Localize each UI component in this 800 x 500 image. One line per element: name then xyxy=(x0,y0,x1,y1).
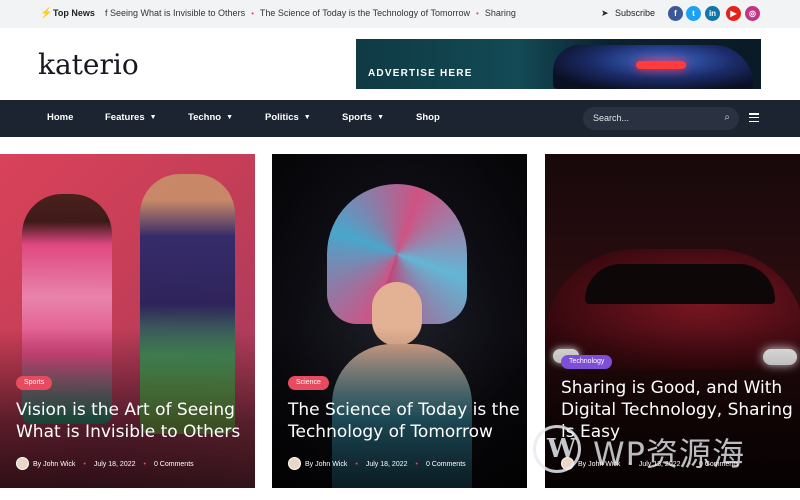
linkedin-icon[interactable]: in xyxy=(705,6,720,21)
meta-separator: • xyxy=(415,461,418,468)
wordpress-logo-icon: W xyxy=(533,425,581,473)
subscribe-link[interactable]: ➤ Subscribe xyxy=(601,8,655,19)
post-date: July 18, 2022 xyxy=(365,461,408,468)
advertise-banner[interactable]: ADVERTISE HERE xyxy=(356,39,761,89)
news-ticker: f Seeing What is Invisible to Others • The… xyxy=(105,8,516,18)
category-badge[interactable]: Technology xyxy=(561,355,613,369)
ticker-item[interactable]: Sharing xyxy=(485,8,516,18)
hamburger-menu-icon[interactable] xyxy=(749,113,759,123)
ticker-item[interactable]: f Seeing What is Invisible to Others xyxy=(105,8,245,18)
category-badge[interactable]: Science xyxy=(288,376,329,390)
meta-separator: • xyxy=(143,461,146,468)
chevron-down-icon: ▼ xyxy=(377,114,385,121)
search-icon[interactable]: ⌕ xyxy=(724,112,730,123)
search-input[interactable]: Search... ⌕ xyxy=(583,107,739,130)
chevron-down-icon: ▼ xyxy=(149,114,157,121)
top-news-label: Top News xyxy=(53,8,95,18)
avatar xyxy=(288,457,301,470)
nav-label: Sports xyxy=(342,112,373,123)
meta-separator: • xyxy=(355,461,358,468)
search-placeholder: Search... xyxy=(593,113,630,123)
watermark-logo-letter: W xyxy=(547,434,577,464)
nav-label: Features xyxy=(105,112,145,123)
chevron-down-icon: ▼ xyxy=(303,114,311,121)
ticker-item[interactable]: The Science of Today is the Technology o… xyxy=(260,8,470,18)
nav-item-home[interactable]: Home xyxy=(47,112,73,123)
nav-label: Techno xyxy=(188,112,222,123)
post-comments[interactable]: 0 Comments xyxy=(426,461,466,468)
post-comments[interactable]: 0 Comments xyxy=(154,461,194,468)
nav-item-shop[interactable]: Shop xyxy=(416,112,440,123)
post-card-1[interactable]: Sports Vision is the Art of Seeing What … xyxy=(0,154,255,488)
instagram-icon[interactable]: ◎ xyxy=(745,6,760,21)
paper-plane-icon: ➤ xyxy=(601,8,609,18)
post-card-2[interactable]: Science The Science of Today is the Tech… xyxy=(272,154,527,488)
post-meta: By John Wick • July 18, 2022 • 0 Comments xyxy=(288,457,466,470)
flash-icon: ⚡ xyxy=(40,8,53,19)
nav-label: Politics xyxy=(265,112,299,123)
post-image-windshield xyxy=(585,264,775,304)
facebook-icon[interactable]: f xyxy=(668,6,683,21)
watermark: W WP资源海 xyxy=(533,423,795,479)
post-meta: By John Wick • July 18, 2022 • 0 Comments xyxy=(16,457,194,470)
nav-item-politics[interactable]: Politics ▼ xyxy=(265,112,311,123)
post-date: July 18, 2022 xyxy=(93,461,136,468)
nav-label: Home xyxy=(47,112,74,123)
post-author[interactable]: By John Wick xyxy=(33,461,75,468)
twitter-icon[interactable]: t xyxy=(686,6,701,21)
post-title[interactable]: Vision is the Art of Seeing What is Invi… xyxy=(16,399,246,443)
ticker-separator: • xyxy=(251,9,254,18)
site-logo[interactable]: katerio xyxy=(38,48,139,81)
post-author[interactable]: By John Wick xyxy=(305,461,347,468)
advertise-text: ADVERTISE HERE xyxy=(368,68,473,79)
nav-item-techno[interactable]: Techno ▼ xyxy=(188,112,233,123)
nav-item-features[interactable]: Features ▼ xyxy=(105,112,157,123)
nav-item-sports[interactable]: Sports ▼ xyxy=(342,112,384,123)
ticker-separator: • xyxy=(476,9,479,18)
category-badge[interactable]: Sports xyxy=(16,376,53,390)
watermark-text: WP资源海 xyxy=(593,435,745,473)
youtube-icon[interactable]: ▶ xyxy=(726,6,741,21)
nav-label: Shop xyxy=(416,112,440,123)
ad-car-light xyxy=(636,61,686,69)
meta-separator: • xyxy=(83,461,86,468)
chevron-down-icon: ▼ xyxy=(226,114,234,121)
avatar xyxy=(16,457,29,470)
post-title[interactable]: The Science of Today is the Technology o… xyxy=(288,399,520,443)
subscribe-label: Subscribe xyxy=(615,8,656,18)
